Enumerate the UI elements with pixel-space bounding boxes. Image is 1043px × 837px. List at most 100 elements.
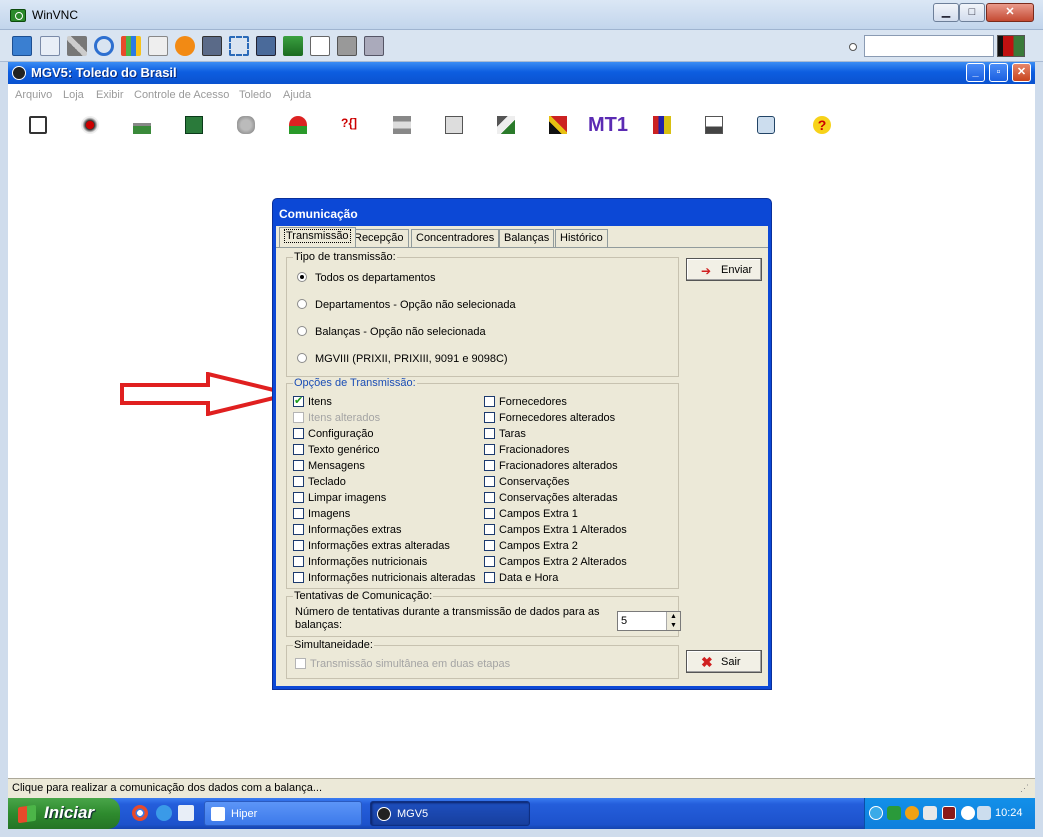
checkbox-row[interactable]: Campos Extra 2 Alterados xyxy=(484,556,627,568)
checkbox-row[interactable]: Configuração xyxy=(293,428,373,440)
checkbox-box[interactable] xyxy=(293,556,304,567)
menu-arquivo[interactable]: Arquivo xyxy=(15,89,52,101)
checkbox-row[interactable]: Data e Hora xyxy=(484,572,558,584)
calculator-icon[interactable] xyxy=(757,116,775,134)
windows-icon[interactable] xyxy=(40,36,60,56)
monitor-icon[interactable] xyxy=(256,36,276,56)
clock[interactable]: 10:24 xyxy=(995,807,1023,819)
fullscreen-icon[interactable] xyxy=(229,36,249,56)
tray-network-icon[interactable] xyxy=(887,806,901,820)
checkbox-box[interactable] xyxy=(484,444,495,455)
checkbox-row[interactable]: Taras xyxy=(484,428,526,440)
checkbox-row[interactable]: Informações nutricionais xyxy=(293,556,427,568)
printer-icon[interactable] xyxy=(29,116,47,134)
checkbox-row[interactable]: Teclado xyxy=(293,476,346,488)
checkbox-row[interactable]: Informações extras alteradas xyxy=(293,540,450,552)
checkbox-box[interactable] xyxy=(484,492,495,503)
checkbox-row[interactable]: Conservações alteradas xyxy=(484,492,618,504)
checkbox-box[interactable] xyxy=(484,428,495,439)
sair-button[interactable]: ✖ Sair xyxy=(686,650,762,673)
board-icon[interactable] xyxy=(185,116,203,134)
tab-transmissao[interactable]: Transmissão xyxy=(279,227,356,247)
checkbox-row[interactable]: Campos Extra 2 xyxy=(484,540,578,552)
vnc-close-button[interactable]: ✕ xyxy=(986,3,1034,22)
tools-app-icon[interactable] xyxy=(549,116,567,134)
checkbox-row[interactable]: Limpar imagens xyxy=(293,492,386,504)
chat-icon[interactable] xyxy=(364,36,384,56)
tray-security-icon[interactable] xyxy=(923,806,937,820)
checkbox-box[interactable] xyxy=(293,460,304,471)
watermelon-icon[interactable] xyxy=(289,116,307,134)
tray-volume-icon[interactable] xyxy=(977,806,991,820)
radio-mgviii[interactable]: MGVIII (PRIXII, PRIXIII, 9091 e 9098C) xyxy=(297,353,508,365)
chart-icon[interactable] xyxy=(705,116,723,134)
checkbox-box[interactable] xyxy=(293,428,304,439)
keyboard-icon[interactable] xyxy=(148,36,168,56)
tab-balancas[interactable]: Balanças xyxy=(499,229,555,247)
windows-logo-icon[interactable] xyxy=(121,36,141,56)
mt1-button[interactable]: MT1 xyxy=(588,114,628,137)
alert-icon[interactable] xyxy=(175,36,195,56)
mgv-close-button[interactable]: ✕ xyxy=(1012,63,1031,82)
screen-icon[interactable] xyxy=(337,36,357,56)
checkbox-row[interactable]: Fracionadores xyxy=(484,444,569,456)
checkbox-row[interactable]: Fornecedores xyxy=(484,396,567,408)
mgv-minimize-button[interactable]: _ xyxy=(966,63,985,82)
tentativas-value[interactable]: 5 xyxy=(621,615,627,627)
menu-loja[interactable]: Loja xyxy=(63,89,84,101)
tentativas-spinner[interactable]: 5 ▲ ▼ xyxy=(617,611,681,631)
checkbox-box[interactable] xyxy=(293,508,304,519)
radio-departamentos[interactable]: Departamentos - Opção não selecionada xyxy=(297,299,516,311)
tab-historico[interactable]: Histórico xyxy=(555,229,608,247)
tray-cloud-icon[interactable] xyxy=(961,806,975,820)
checkbox-box[interactable] xyxy=(293,394,304,407)
ie-icon[interactable] xyxy=(156,805,172,821)
checkbox-box[interactable] xyxy=(293,444,304,455)
spinner-arrows-icon[interactable]: ▲ ▼ xyxy=(666,612,680,630)
radio-indicator[interactable] xyxy=(297,353,307,363)
radio-indicator[interactable] xyxy=(297,272,307,282)
checkbox-row[interactable]: Itens xyxy=(293,394,332,408)
checkbox-row[interactable]: Fracionadores alterados xyxy=(484,460,618,472)
checkbox-box[interactable] xyxy=(484,572,495,583)
tray-expand-icon[interactable] xyxy=(869,806,883,820)
checkbox-row[interactable]: Conservações xyxy=(484,476,569,488)
tab-recepcao[interactable]: Recepção xyxy=(349,229,409,247)
vnc-address-input[interactable] xyxy=(864,35,994,57)
menu-controle-de-acesso[interactable]: Controle de Acesso xyxy=(134,89,229,101)
task-hiper[interactable]: Hiper xyxy=(204,801,362,826)
radio-balancas[interactable]: Balanças - Opção não selecionada xyxy=(297,326,486,338)
checkbox-box[interactable] xyxy=(293,412,304,423)
menu-ajuda[interactable]: Ajuda xyxy=(283,89,311,101)
checkbox-row[interactable]: Itens alterados xyxy=(293,412,380,424)
desktop-icon[interactable] xyxy=(12,36,32,56)
start-button[interactable]: Iniciar xyxy=(8,798,120,829)
vnc-minimize-button[interactable]: ▁ xyxy=(933,3,959,22)
checkbox-box[interactable] xyxy=(484,524,495,535)
menu-toledo[interactable]: Toledo xyxy=(239,89,271,101)
radio-todos-departamentos[interactable]: Todos os departamentos xyxy=(297,272,435,284)
checkbox-row[interactable]: Informações nutricionais alteradas xyxy=(293,572,476,584)
menu-exibir[interactable]: Exibir xyxy=(96,89,124,101)
radio-indicator[interactable] xyxy=(297,299,307,309)
tab-concentradores[interactable]: Concentradores xyxy=(411,229,500,247)
communication-icon[interactable] xyxy=(445,116,463,134)
checkbox-box[interactable] xyxy=(484,396,495,407)
resize-grip-icon[interactable]: ⋰ xyxy=(1020,783,1029,794)
department-icon[interactable] xyxy=(81,116,99,134)
checkbox-row[interactable]: Campos Extra 1 xyxy=(484,508,578,520)
checkbox-box[interactable] xyxy=(293,492,304,503)
transmissao-simultanea-checkbox[interactable]: Transmissão simultânea em duas etapas xyxy=(295,658,510,670)
tools-icon[interactable] xyxy=(67,36,87,56)
checkbox-box[interactable] xyxy=(484,460,495,471)
checkbox-box[interactable] xyxy=(484,412,495,423)
report-icon[interactable] xyxy=(653,116,671,134)
disconnect-icon[interactable] xyxy=(202,36,222,56)
checkbox-box[interactable] xyxy=(293,476,304,487)
people-icon[interactable] xyxy=(237,116,255,134)
transfer-icon[interactable] xyxy=(283,36,303,56)
checkbox-row[interactable]: Mensagens xyxy=(293,460,365,472)
vnc-maximize-button[interactable]: □ xyxy=(959,3,985,22)
checkbox-box[interactable] xyxy=(293,572,304,583)
items-icon[interactable] xyxy=(133,116,151,134)
